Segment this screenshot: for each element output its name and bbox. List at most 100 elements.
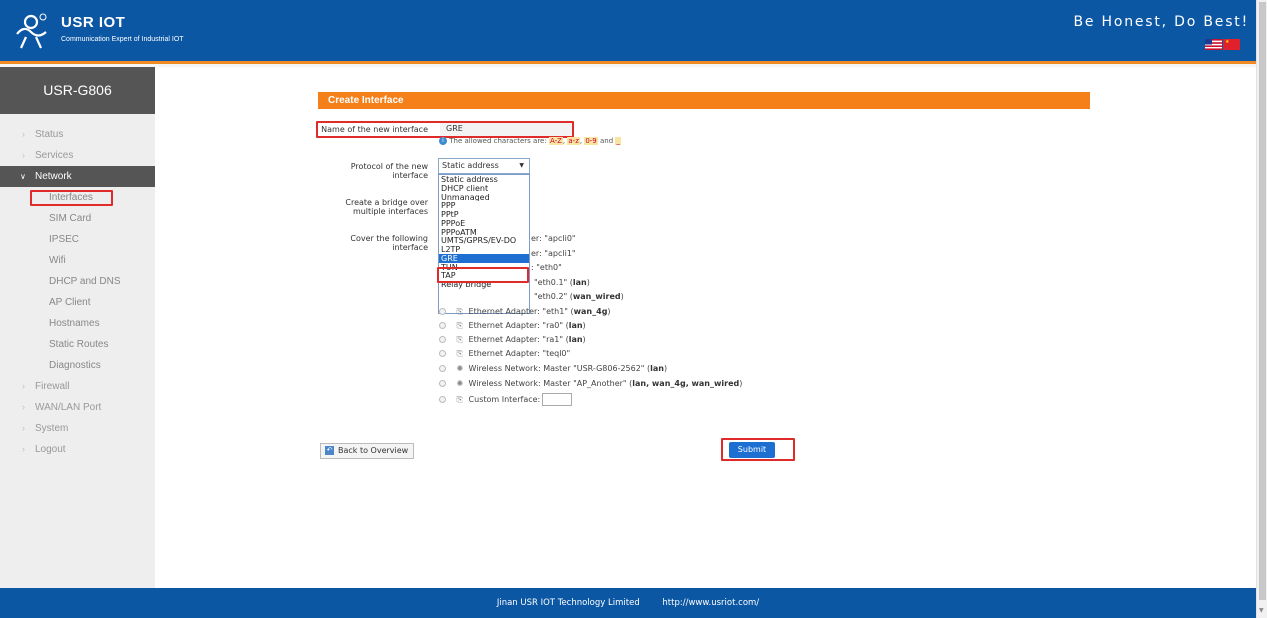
hint-token: 0-9: [584, 137, 598, 145]
interface-row-wireless-ap-another[interactable]: ✺ Wireless Network: Master "AP_Another" (…: [439, 378, 742, 390]
sidebar-item-services[interactable]: › Services: [0, 145, 155, 166]
back-to-overview-button[interactable]: ↶ Back to Overview: [320, 443, 414, 459]
section-title: Create Interface: [318, 92, 1090, 109]
protocol-option[interactable]: PPPoE: [439, 219, 529, 228]
protocol-option[interactable]: UMTS/GPRS/EV-DO: [439, 236, 529, 245]
highlight-gre-option: [437, 267, 529, 283]
protocol-option[interactable]: PPPoATM: [439, 228, 529, 237]
interface-row-eth0-1: "eth0.1" (lan): [534, 278, 590, 287]
sidebar-item-dhcp-dns[interactable]: DHCP and DNS: [0, 271, 155, 292]
interface-radio[interactable]: [439, 350, 446, 357]
chevron-right-icon: ›: [22, 150, 25, 160]
interface-radio[interactable]: [439, 396, 446, 403]
wireless-icon: ✺: [456, 379, 464, 388]
row-text: Ethernet Adapter: "ra1" (: [468, 335, 569, 344]
row-zone: lan: [572, 278, 587, 287]
row-zone: wan_4g: [573, 307, 608, 316]
sidebar-item-diagnostics[interactable]: Diagnostics: [0, 355, 155, 376]
sidebar-item-firewall[interactable]: › Firewall: [0, 376, 155, 397]
interface-row-wireless-usr[interactable]: ✺ Wireless Network: Master "USR-G806-2562…: [439, 363, 667, 375]
name-hint: i The allowed characters are: A-Z, a-z, …: [439, 137, 621, 145]
row-text: Wireless Network: Master "AP_Another" (: [468, 379, 633, 388]
row-text: Wireless Network: Master "USR-G806-2562"…: [468, 364, 651, 373]
sidebar-item-label: Logout: [35, 444, 66, 455]
us-flag-icon[interactable]: [1205, 39, 1222, 50]
sidebar-item-label: WAN/LAN Port: [35, 402, 102, 413]
row-zone: lan: [568, 321, 583, 330]
interface-row-ra0[interactable]: ⎘ Ethernet Adapter: "ra0" (lan): [439, 320, 586, 332]
row-zone: lan, wan_4g, wan_wired: [632, 379, 740, 388]
interface-row-apcli1: er: "apcli1": [531, 249, 576, 258]
sidebar-item-hostnames[interactable]: Hostnames: [0, 313, 155, 334]
highlight-name-row: [316, 121, 574, 138]
interface-radio[interactable]: [439, 365, 446, 372]
sidebar-item-wan-lan-port[interactable]: › WAN/LAN Port: [0, 397, 155, 418]
back-icon: ↶: [325, 446, 334, 455]
ethernet-adapter-icon: ⎘: [456, 349, 463, 358]
chevron-right-icon: ›: [22, 402, 25, 412]
interface-row-eth1[interactable]: ⎘ Ethernet Adapter: "eth1" (wan_4g): [439, 306, 611, 318]
interface-row-eth0-2: "eth0.2" (wan_wired): [534, 292, 624, 301]
sidebar-item-label: Wifi: [49, 255, 66, 266]
protocol-option[interactable]: DHCP client: [439, 184, 529, 193]
back-button-label: Back to Overview: [338, 446, 409, 455]
sidebar-item-ipsec[interactable]: IPSEC: [0, 229, 155, 250]
sidebar-item-ap-client[interactable]: AP Client: [0, 292, 155, 313]
sidebar-item-label: AP Client: [49, 297, 91, 308]
interface-radio[interactable]: [439, 336, 446, 343]
protocol-option-selected[interactable]: GRE: [439, 253, 529, 263]
brand-name: USR IOT: [61, 14, 126, 31]
device-title: USR-G806: [0, 67, 155, 114]
sidebar-item-static-routes[interactable]: Static Routes: [0, 334, 155, 355]
sidebar-item-logout[interactable]: › Logout: [0, 439, 155, 460]
protocol-select[interactable]: Static address ▼: [438, 158, 530, 174]
sidebar-item-label: Network: [35, 171, 72, 182]
scrollbar-thumb[interactable]: [1259, 2, 1266, 600]
info-icon: i: [439, 137, 447, 145]
sidebar-item-label: Static Routes: [49, 339, 109, 350]
sidebar-item-sim-card[interactable]: SIM Card: [0, 208, 155, 229]
highlight-submit: [721, 438, 795, 461]
sidebar-item-status[interactable]: › Status: [0, 124, 155, 145]
ethernet-adapter-icon: ⎘: [456, 321, 463, 330]
protocol-option[interactable]: L2TP: [439, 245, 529, 254]
chevron-right-icon: ›: [22, 444, 25, 454]
sidebar-item-label: Services: [35, 150, 74, 161]
interface-radio[interactable]: [439, 322, 446, 329]
interface-row-teql0[interactable]: ⎘ Ethernet Adapter: "teql0": [439, 348, 570, 360]
chevron-down-icon: ∨: [20, 172, 26, 181]
sidebar-item-label: SIM Card: [49, 213, 92, 224]
protocol-option[interactable]: Unmanaged: [439, 193, 529, 202]
sidebar-item-system[interactable]: › System: [0, 418, 155, 439]
row-text: "eth0.2" (: [534, 292, 573, 301]
bridge-label: Create a bridge over multiple interfaces: [318, 198, 428, 216]
ethernet-adapter-icon: ⎘: [456, 307, 463, 316]
sidebar-item-label: Hostnames: [49, 318, 100, 329]
brand-tagline: Communication Expert of Industrial IOT: [61, 36, 184, 43]
dropdown-caret-icon: ▼: [519, 162, 524, 169]
protocol-option[interactable]: Static address: [439, 175, 529, 184]
interface-radio[interactable]: [439, 380, 446, 387]
protocol-option[interactable]: PPtP: [439, 210, 529, 219]
sidebar-item-label: DHCP and DNS: [49, 276, 121, 287]
hint-token: A-Z: [548, 137, 563, 145]
interface-row-apcli0: er: "apcli0": [531, 234, 576, 243]
sidebar-menu: › Status › Services ∨ Network Interfaces SI…: [0, 124, 155, 460]
sidebar-item-wifi[interactable]: Wifi: [0, 250, 155, 271]
china-flag-icon[interactable]: ★: [1223, 39, 1240, 50]
wireless-icon: ✺: [456, 364, 464, 373]
custom-interface-input[interactable]: [542, 393, 573, 406]
protocol-option[interactable]: PPP: [439, 201, 529, 210]
interface-row-custom[interactable]: ⎘ Custom Interface:: [439, 393, 573, 406]
footer-url-link[interactable]: http://www.usriot.com/: [662, 598, 759, 608]
usr-logo-icon: [16, 13, 47, 49]
scroll-down-arrow-icon[interactable]: ▼: [1259, 607, 1264, 614]
sidebar-item-network[interactable]: ∨ Network: [0, 166, 155, 187]
protocol-dropdown-list: Static address DHCP client Unmanaged PPP…: [438, 174, 530, 314]
chevron-right-icon: ›: [22, 129, 25, 139]
page-scrollbar[interactable]: ▼: [1256, 0, 1267, 618]
row-text: Ethernet Adapter: "ra0" (: [468, 321, 569, 330]
interface-row-ra1[interactable]: ⎘ Ethernet Adapter: "ra1" (lan): [439, 334, 586, 346]
footer: Jinan USR IOT Technology Limited http://…: [0, 588, 1256, 618]
interface-radio[interactable]: [439, 308, 446, 315]
